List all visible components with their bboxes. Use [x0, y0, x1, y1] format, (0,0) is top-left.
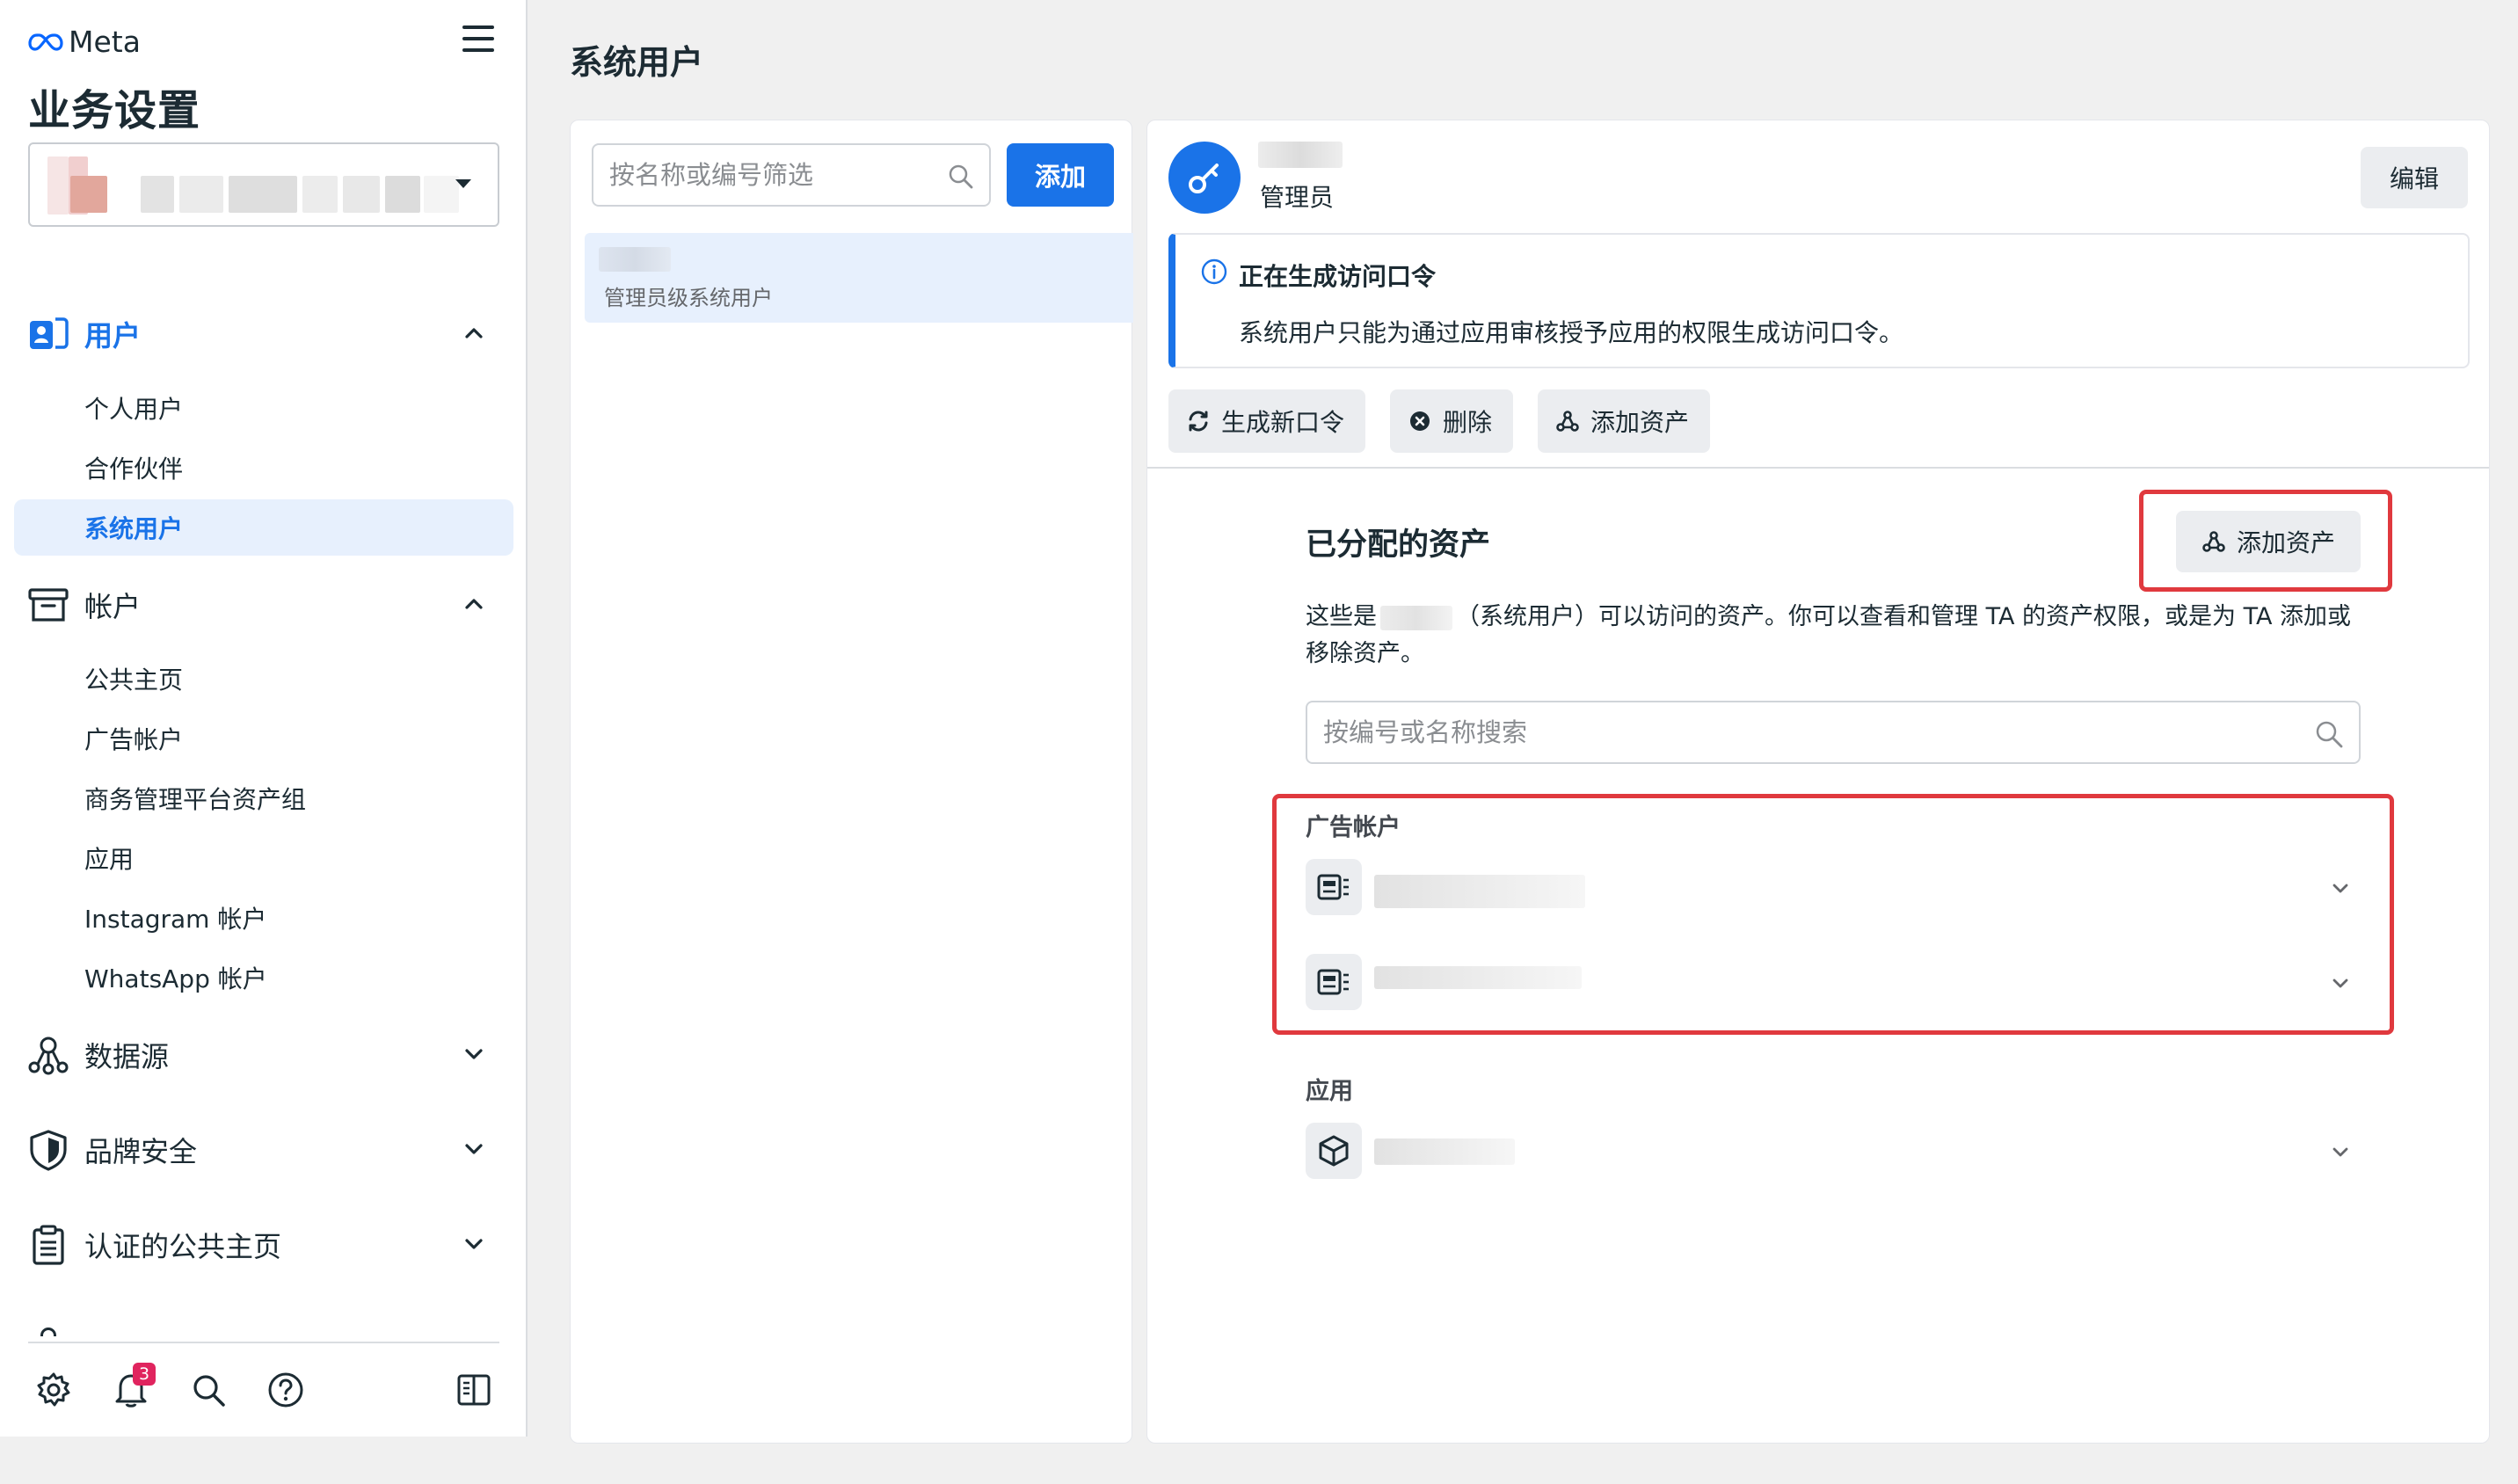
- sidebar-section-data-sources[interactable]: 数据源: [14, 1025, 513, 1085]
- add-assets-toolbar-button[interactable]: 添加资产: [1538, 389, 1711, 453]
- sidebar-section-label: 认证的公共主页: [84, 1230, 282, 1263]
- archive-icon: [26, 583, 70, 627]
- detail-divider: [1147, 467, 2489, 469]
- system-user-list-item[interactable]: 管理员级系统用户: [585, 233, 1133, 323]
- app-cube-icon: [1306, 1123, 1362, 1179]
- sidebar-item-system-users[interactable]: 系统用户: [14, 499, 513, 556]
- delete-button[interactable]: 删除: [1390, 389, 1514, 453]
- user-name-redacted: [1258, 142, 1343, 168]
- page-title: 系统用户: [570, 43, 704, 82]
- sidebar-item-instagram-accounts[interactable]: Instagram 帐户: [14, 890, 513, 946]
- chevron-down-icon: [465, 1144, 483, 1154]
- chevron-down-icon[interactable]: [2327, 1138, 2354, 1165]
- search-icon: [2316, 721, 2343, 748]
- sidebar-section-accounts[interactable]: 帐户: [14, 575, 513, 635]
- clipboard-icon: [26, 1223, 70, 1267]
- generate-new-token-label: 生成新口令: [1221, 408, 1345, 437]
- chevron-up-icon: [465, 599, 483, 609]
- ad-account-name-redacted: [1374, 875, 1585, 908]
- system-user-detail-panel: 管理员 编辑 正在生成访问口令 系统用户只能为通过应用审核授予应用的权限生成访问…: [1146, 120, 2490, 1444]
- meta-infinity-icon: [28, 33, 63, 51]
- asset-group-label-apps: 应用: [1306, 1078, 1353, 1105]
- sidebar-section-label: 帐户: [84, 590, 142, 623]
- sidebar-section-label: 用户: [84, 319, 142, 353]
- meta-logo[interactable]: Meta: [28, 25, 141, 59]
- sidebar-section-label: 品牌安全: [84, 1135, 198, 1168]
- asset-nodes-icon: [1556, 411, 1579, 432]
- add-assets-button[interactable]: 添加资产: [2176, 511, 2361, 572]
- sidebar-item-pages[interactable]: 公共主页: [14, 651, 513, 707]
- refresh-icon: [1189, 411, 1208, 432]
- chevron-down-icon[interactable]: [2327, 970, 2354, 996]
- business-account-selector[interactable]: [28, 142, 499, 227]
- chevron-up-icon: [465, 328, 483, 338]
- settings-gear-icon[interactable]: [33, 1370, 74, 1410]
- chevron-down-icon: [465, 1239, 483, 1249]
- help-icon[interactable]: [266, 1370, 306, 1410]
- sidebar-item-apps[interactable]: 应用: [14, 830, 513, 886]
- sidebar-item-whatsapp-accounts[interactable]: WhatsApp 帐户: [14, 949, 513, 1006]
- add-system-user-button[interactable]: 添加: [1007, 143, 1114, 207]
- filter-search-input[interactable]: [609, 160, 926, 190]
- user-name-redacted: [1380, 605, 1452, 630]
- info-icon: [1201, 258, 1227, 285]
- edit-button[interactable]: 编辑: [2361, 147, 2468, 208]
- delete-label: 删除: [1443, 408, 1493, 437]
- app-row[interactable]: [1306, 1123, 2361, 1184]
- search-icon: [949, 164, 973, 189]
- sidebar-section-overflow: [40, 1324, 146, 1336]
- ad-account-icon: [1306, 954, 1362, 1010]
- generate-new-token-button[interactable]: 生成新口令: [1168, 389, 1366, 453]
- sidebar-divider: [28, 1342, 499, 1343]
- sidebar-section-verified-pages[interactable]: 认证的公共主页: [14, 1215, 513, 1275]
- ad-account-name-redacted: [1374, 966, 1582, 989]
- sidebar-item-business-asset-groups[interactable]: 商务管理平台资产组: [14, 770, 513, 826]
- asset-group-label-ad-accounts: 广告帐户: [1306, 814, 1401, 841]
- notification-count-badge: 3: [133, 1363, 156, 1386]
- sidebar-item-ad-accounts[interactable]: 广告帐户: [14, 710, 513, 767]
- shield-icon: [26, 1128, 70, 1172]
- add-assets-label: 添加资产: [2236, 528, 2335, 557]
- menu-icon[interactable]: [461, 23, 496, 55]
- sidebar-item-partners[interactable]: 合作伙伴: [14, 440, 513, 496]
- meta-logo-text: Meta: [69, 25, 141, 59]
- users-icon: [26, 312, 70, 356]
- user-role-label: 管理员: [1260, 183, 1335, 212]
- key-avatar-icon: [1168, 142, 1241, 214]
- info-banner-title: 正在生成访问口令: [1239, 262, 1437, 291]
- dropdown-caret-icon: [455, 179, 471, 188]
- close-circle-icon: [1410, 411, 1430, 431]
- ad-account-row[interactable]: [1306, 954, 2361, 1015]
- access-token-info-banner: 正在生成访问口令 系统用户只能为通过应用审核授予应用的权限生成访问口令。: [1168, 233, 2470, 368]
- chevron-down-icon[interactable]: [2327, 875, 2354, 901]
- sidebar-item-people[interactable]: 个人用户: [14, 380, 513, 436]
- system-users-list-panel: 添加 管理员级系统用户: [570, 120, 1133, 1444]
- assets-desc-body: （系统用户）可以访问的资产。你可以查看和管理 TA 的资产权限，或是为 TA 添…: [1306, 603, 2352, 667]
- sidebar-section-brand-safety[interactable]: 品牌安全: [14, 1120, 513, 1180]
- assigned-assets-title: 已分配的资产: [1306, 527, 1491, 563]
- user-name-redacted: [599, 247, 671, 272]
- sidebar-section-label: 数据源: [84, 1040, 170, 1073]
- assets-desc-prefix: 这些是: [1306, 603, 1377, 630]
- sidebar-section-users[interactable]: 用户: [14, 304, 513, 364]
- filter-search-field[interactable]: [592, 143, 991, 207]
- asset-search-input[interactable]: [1323, 717, 2290, 747]
- ad-account-row[interactable]: [1306, 859, 2361, 920]
- chevron-down-icon: [465, 1049, 483, 1059]
- data-sources-icon: [26, 1033, 70, 1077]
- info-banner-description: 系统用户只能为通过应用审核授予应用的权限生成访问口令。: [1239, 318, 1904, 347]
- ad-account-icon: [1306, 859, 1362, 915]
- search-icon[interactable]: [188, 1370, 229, 1410]
- list-item-subtitle: 管理员级系统用户: [604, 286, 773, 310]
- asset-nodes-icon: [2202, 531, 2225, 552]
- sidebar: Meta 业务设置 用户 个人用户 合作伙伴 系统用户 帐户 公共主页 广告帐户…: [0, 0, 528, 1437]
- toggle-panel-icon[interactable]: [454, 1370, 494, 1410]
- asset-search-field[interactable]: [1306, 701, 2361, 764]
- app-name-redacted: [1374, 1138, 1515, 1165]
- add-assets-toolbar-label: 添加资产: [1590, 408, 1690, 437]
- business-settings-title: 业务设置: [28, 86, 201, 135]
- assigned-assets-description: 这些是 （系统用户）可以访问的资产。你可以查看和管理 TA 的资产权限，或是为 T…: [1306, 599, 2361, 673]
